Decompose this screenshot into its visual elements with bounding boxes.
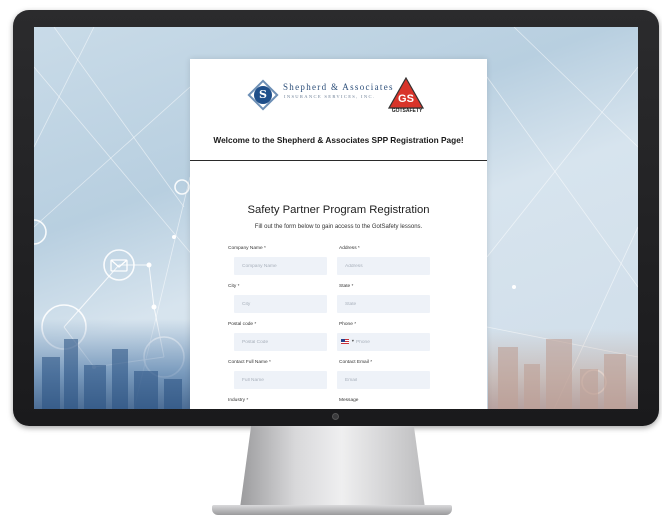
phone-field: ▼ — [337, 333, 430, 351]
city-input[interactable] — [234, 295, 327, 313]
logo-bar: S Shepherd & Associates INSURANCE SERVIC… — [190, 77, 487, 117]
building — [134, 371, 158, 409]
company-name-label: Company Name * — [228, 246, 266, 251]
building — [524, 364, 540, 409]
header-divider — [190, 160, 487, 161]
email-label: Contact Email * — [339, 360, 373, 365]
building — [112, 349, 128, 409]
full-name-label: Contact Full Name * — [228, 360, 271, 365]
address-label: Address * — [339, 246, 360, 251]
phone-input[interactable] — [356, 333, 428, 351]
email-input[interactable] — [337, 371, 430, 389]
building — [164, 379, 182, 409]
shepherd-logo-name: Shepherd & Associates — [283, 82, 394, 92]
registration-page: S Shepherd & Associates INSURANCE SERVIC… — [190, 59, 487, 409]
screen: S Shepherd & Associates INSURANCE SERVIC… — [34, 27, 638, 409]
monitor-frame: S Shepherd & Associates INSURANCE SERVIC… — [13, 10, 659, 426]
building — [580, 369, 598, 409]
building — [498, 347, 518, 409]
gotsafety-logo-text: GOTSAFETY — [391, 108, 423, 114]
state-label: State * — [339, 284, 354, 289]
country-code-select[interactable]: ▼ — [341, 339, 355, 345]
building — [42, 357, 60, 409]
building — [84, 365, 106, 409]
welcome-heading: Welcome to the Shepherd & Associates SPP… — [213, 135, 464, 145]
gotsafety-logo-icon: GS — [388, 77, 424, 109]
postal-code-label: Postal code * — [228, 322, 257, 327]
city-label: City * — [228, 284, 240, 289]
shepherd-logo-monogram: S — [254, 86, 272, 104]
postal-code-input[interactable] — [234, 333, 327, 351]
monitor-stand-neck — [240, 426, 425, 508]
city-skyline-left — [34, 319, 194, 409]
shepherd-logo-tagline: INSURANCE SERVICES, INC. — [284, 94, 376, 99]
industry-label: Industry * — [228, 398, 249, 403]
state-input[interactable] — [337, 295, 430, 313]
phone-label: Phone * — [339, 322, 357, 327]
building — [64, 339, 78, 409]
monitor-stand-base — [212, 505, 452, 515]
webcam-icon — [332, 413, 339, 420]
building — [604, 354, 626, 409]
form-title: Safety Partner Program Registration — [247, 204, 430, 216]
form-subtitle: Fill out the form below to gain access t… — [254, 224, 423, 230]
building — [546, 339, 572, 409]
company-name-input[interactable] — [234, 257, 327, 275]
us-flag-icon — [341, 339, 349, 344]
gotsafety-logo-monogram: GS — [398, 93, 414, 105]
city-skyline-right — [488, 329, 638, 409]
address-input[interactable] — [337, 257, 430, 275]
full-name-input[interactable] — [234, 371, 327, 389]
chevron-down-icon: ▼ — [351, 339, 355, 343]
message-label: Message — [339, 398, 359, 403]
